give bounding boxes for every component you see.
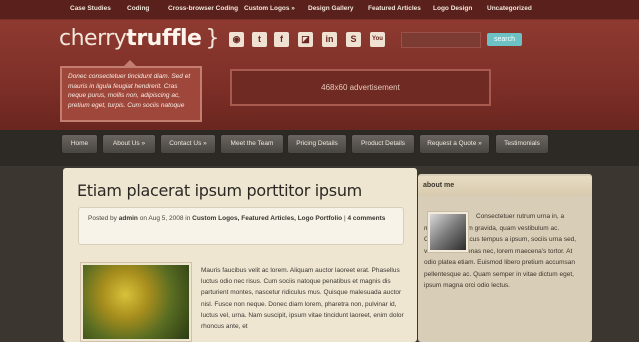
top-nav-cross-browser-coding[interactable]: Cross-browser Coding [168,5,238,12]
rss-icon[interactable]: ◉ [229,32,244,47]
post-thumbnail[interactable] [80,262,192,342]
meta-categories-link[interactable]: Custom Logos, Featured Articles, Logo Po… [192,215,342,222]
post-excerpt: Mauris faucibus velit ac lorem. Aliquam … [201,267,404,331]
top-nav-featured-articles[interactable]: Featured Articles [368,5,421,12]
top-nav-design-gallery[interactable]: Design Gallery [308,5,354,12]
nav-product-details[interactable]: Product Details [351,134,415,154]
sidebar-heading: about me [418,176,592,196]
site-logo[interactable]: cherrytruffle} [59,26,219,51]
nav-contact-us[interactable]: Contact Us » [160,134,216,154]
logo-brace: } [205,26,219,51]
nav-home[interactable]: Home [61,134,98,154]
header-blurb: Donec consectetuer tincidunt diam. Sed e… [60,66,202,122]
meta-comments-link[interactable]: 4 comments [347,215,385,222]
search-input[interactable] [401,32,481,48]
meta-date: on Aug 5, 2008 in [139,215,191,222]
top-category-nav: Case Studies Coding Cross-browser Coding… [0,0,639,20]
top-nav-logo-design[interactable]: Logo Design [433,5,472,12]
top-nav-custom-logos[interactable]: Custom Logos » [244,5,295,12]
meta-separator: | [343,215,346,222]
nav-about-us[interactable]: About Us » [102,134,156,154]
post-title[interactable]: Etiam placerat ipsum porttitor ipsum [77,181,362,200]
meta-author-link[interactable]: admin [119,215,138,222]
nav-meet-the-team[interactable]: Meet the Team [220,134,284,154]
facebook-icon[interactable]: f [274,32,289,47]
meta-prefix: Posted by [88,215,117,222]
top-nav-uncategorized[interactable]: Uncategorized [487,5,532,12]
top-nav-coding[interactable]: Coding [127,5,149,12]
stumbleupon-icon[interactable]: S [346,32,361,47]
author-avatar [427,211,469,253]
twitter-icon[interactable]: t [252,32,267,47]
search-button[interactable]: search [487,33,522,46]
nav-pricing-details[interactable]: Pricing Details [287,134,347,154]
youtube-icon[interactable]: You [370,32,385,47]
post-meta: Posted by admin on Aug 5, 2008 in Custom… [78,207,404,245]
logo-text-light: cherry [59,26,127,51]
nav-testimonials[interactable]: Testimonials [495,134,549,154]
linkedin-icon[interactable]: in [322,32,337,47]
logo-text-bold: truffle [126,26,202,51]
header-ad-banner[interactable]: 468x60 advertisement [230,69,491,106]
leaf-image [83,265,189,339]
avatar-image [430,214,466,250]
delicious-icon[interactable]: ◪ [298,32,313,47]
top-nav-case-studies[interactable]: Case Studies [70,5,111,12]
nav-request-a-quote[interactable]: Request a Quote » [419,134,490,154]
